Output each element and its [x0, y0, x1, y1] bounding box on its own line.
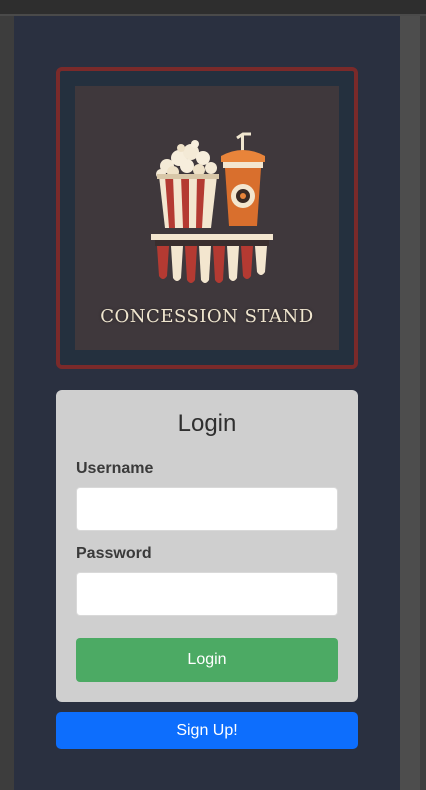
scrollbar-track[interactable]: [400, 16, 420, 790]
counter-shelf: [151, 234, 273, 283]
login-button[interactable]: Login: [76, 638, 338, 682]
signup-button[interactable]: Sign Up!: [56, 712, 358, 749]
login-title: Login: [177, 410, 237, 437]
logo-image: CONCESSION STAND: [75, 86, 339, 350]
password-label: Password: [76, 545, 152, 562]
username-label: Username: [76, 460, 154, 477]
popcorn-bucket: [157, 174, 219, 228]
password-input[interactable]: [76, 572, 338, 616]
login-card: Login Username Password Login: [56, 390, 358, 702]
logo-frame: CONCESSION STAND: [56, 67, 358, 369]
window-left-edge: [0, 16, 14, 790]
username-input[interactable]: [76, 487, 338, 531]
popcorn-kernels: [156, 140, 217, 179]
drink-cup: [221, 132, 265, 226]
logo-title: CONCESSION STAND: [100, 306, 314, 327]
window-right-edge: [420, 16, 426, 790]
